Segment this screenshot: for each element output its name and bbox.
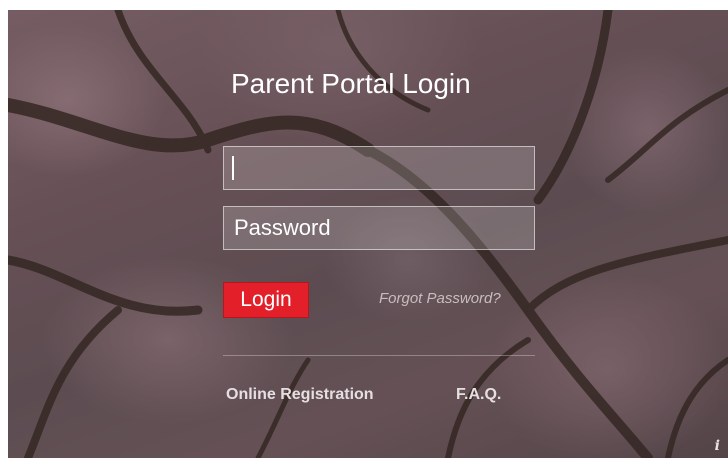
login-screen: Parent Portal Login Login Forgot Passwor… <box>8 10 728 458</box>
login-button[interactable]: Login <box>223 282 309 318</box>
divider <box>223 355 535 356</box>
username-input[interactable] <box>223 146 535 190</box>
login-panel: Parent Portal Login Login Forgot Passwor… <box>215 10 535 458</box>
info-icon[interactable]: i <box>715 438 720 454</box>
online-registration-link[interactable]: Online Registration <box>226 386 374 404</box>
text-cursor <box>232 156 234 180</box>
forgot-password-link[interactable]: Forgot Password? <box>379 290 501 307</box>
faq-link[interactable]: F.A.Q. <box>456 386 501 404</box>
page-title: Parent Portal Login <box>231 68 471 99</box>
password-input[interactable] <box>223 206 535 250</box>
